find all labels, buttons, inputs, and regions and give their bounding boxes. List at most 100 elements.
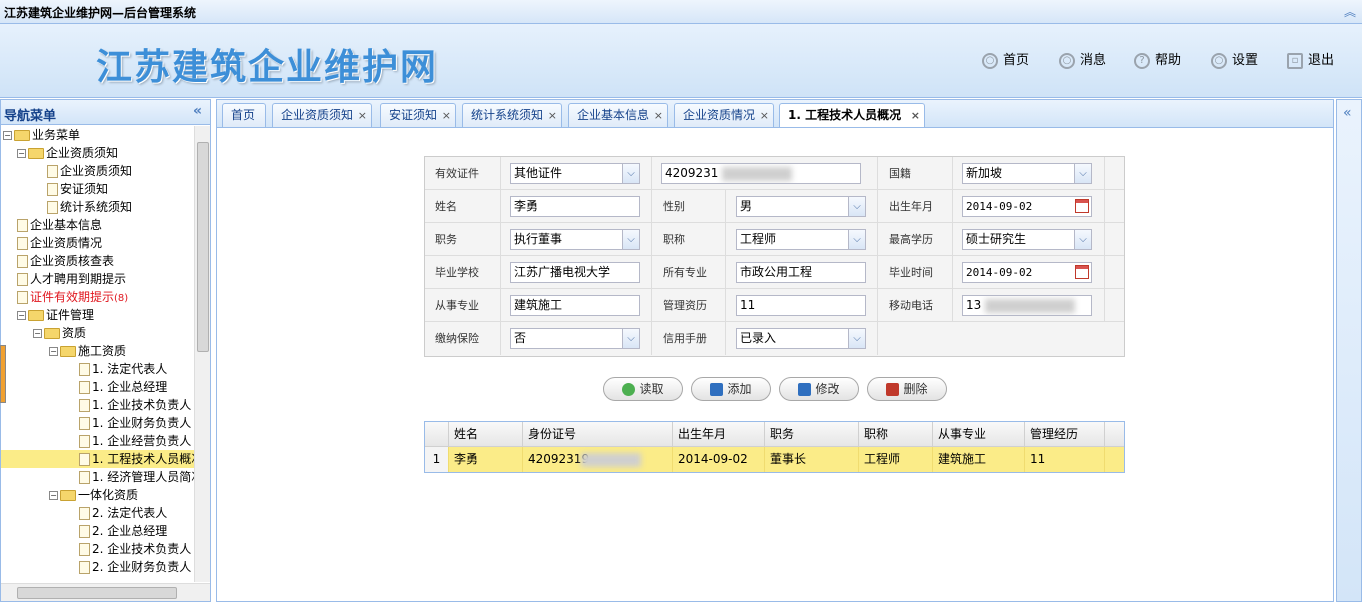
grid-header-cell[interactable]: 姓名 (449, 422, 523, 447)
tree-item[interactable]: 2. 企业财务负责人 (1, 558, 195, 576)
credit-select[interactable]: 已录入 ⌵ (736, 328, 866, 349)
collapse-toggle-icon[interactable]: − (17, 311, 26, 320)
right-collapsed-panel[interactable]: « (1336, 99, 1362, 602)
tree-item[interactable]: − 资质 (1, 324, 195, 342)
education-select[interactable]: 硕士研究生 ⌵ (962, 229, 1092, 250)
tab[interactable]: 1. 工程技术人员概况 × (779, 103, 925, 129)
grid-header-cell[interactable]: 出生年月 (673, 422, 765, 447)
delete-button[interactable]: 删除 (867, 377, 947, 401)
cell-title: 工程师 (859, 447, 933, 472)
tab[interactable]: 统计系统须知 × (462, 103, 562, 128)
major-input[interactable]: 市政公用工程 (736, 262, 866, 283)
add-button[interactable]: 添加 (691, 377, 771, 401)
tree-item[interactable]: 2. 企业技术负责人 (1, 540, 195, 558)
refresh-icon (622, 383, 636, 396)
profession-input[interactable]: 建筑施工 (510, 295, 640, 316)
tree-item[interactable]: 企业资质须知 (1, 162, 195, 180)
nav-home[interactable]: ○ 首页 (981, 52, 1029, 72)
insurance-label: 缴纳保险 (435, 332, 479, 345)
mobile-input[interactable]: 13 (962, 295, 1092, 316)
tree-item[interactable]: 统计系统须知 (1, 198, 195, 216)
collapse-toggle-icon[interactable]: − (49, 491, 58, 500)
cert-type-label: 有效证件 (435, 167, 479, 180)
expand-right-icon[interactable]: « (1343, 105, 1352, 121)
tree-item[interactable]: 2. 企业总经理 (1, 522, 195, 540)
tab[interactable]: 安证须知 × (380, 103, 456, 128)
nav-tree-vscrollbar[interactable] (194, 126, 210, 582)
grid-header-cell[interactable]: 职称 (859, 422, 933, 447)
tree-item[interactable]: − 施工资质 (1, 342, 195, 360)
read-button[interactable]: 读取 (603, 377, 683, 401)
collapse-toggle-icon[interactable]: − (33, 329, 42, 338)
id-number-field[interactable]: 4209231 (661, 163, 861, 184)
nav-message[interactable]: ○ 消息 (1058, 52, 1106, 72)
close-icon[interactable]: × (911, 104, 920, 127)
collapse-toggle-icon[interactable]: − (49, 347, 58, 356)
hscroll-thumb[interactable] (17, 587, 177, 599)
grid-header-cell[interactable]: 职务 (765, 422, 859, 447)
tab[interactable]: 企业基本信息 × (568, 103, 668, 128)
document-icon (79, 543, 90, 556)
grid-header-cell[interactable]: 从事专业 (933, 422, 1025, 447)
tree-item[interactable]: 安证须知 (1, 180, 195, 198)
calendar-icon[interactable] (1075, 199, 1089, 213)
nationality-select[interactable]: 新加坡 ⌵ (962, 163, 1092, 184)
collapse-toggle-icon[interactable]: − (17, 149, 26, 158)
nav-logout[interactable]: ▫ 退出 (1286, 52, 1334, 72)
tree-item[interactable]: 企业资质核查表 (1, 252, 195, 270)
tree-item[interactable]: 企业基本信息 (1, 216, 195, 234)
tree-item[interactable]: 1. 企业经营负责人 (1, 432, 195, 450)
school-input[interactable]: 江苏广播电视大学 (510, 262, 640, 283)
folder-icon (60, 346, 76, 357)
nav-tree-hscrollbar[interactable] (1, 583, 210, 601)
tree-item[interactable]: − 业务菜单 (1, 126, 195, 144)
collapse-toggle-icon[interactable]: − (3, 131, 12, 140)
mgmt-exp-input[interactable]: 11 (736, 295, 866, 316)
tree-item[interactable]: 证件有效期提示(8) (1, 288, 195, 306)
tree-item[interactable]: − 一体化资质 (1, 486, 195, 504)
tree-item[interactable]: − 企业资质须知 (1, 144, 195, 162)
table-row[interactable]: 1 李勇 42092319 2014-09-02 董事长 工程师 建筑施工 11 (425, 447, 1124, 472)
grid-header-cell[interactable]: 身份证号 (523, 422, 673, 447)
birth-date-input[interactable]: 2014-09-02 (962, 196, 1092, 217)
grid-header-cell[interactable]: 管理经历 (1025, 422, 1105, 447)
tree-item[interactable]: 2. 法定代表人 (1, 504, 195, 522)
graduation-date-input[interactable]: 2014-09-02 (962, 262, 1092, 283)
close-icon[interactable]: × (760, 104, 769, 127)
vscroll-thumb[interactable] (197, 142, 209, 352)
duty-select[interactable]: 执行董事 ⌵ (510, 229, 640, 250)
nav-help[interactable]: ? 帮助 (1133, 52, 1181, 72)
document-icon (17, 237, 28, 250)
tab[interactable]: 首页 (222, 103, 266, 128)
folder-icon (28, 148, 44, 159)
cert-type-select[interactable]: 其他证件 ⌵ (510, 163, 640, 184)
name-input[interactable]: 李勇 (510, 196, 640, 217)
tree-item[interactable]: 1. 企业总经理 (1, 378, 195, 396)
collapse-nav-icon[interactable]: « (193, 103, 202, 119)
birth-label: 出生年月 (889, 200, 933, 213)
insurance-select[interactable]: 否 ⌵ (510, 328, 640, 349)
tree-item[interactable]: 1. 工程技术人员概况 (1, 450, 195, 468)
folder-icon (14, 130, 30, 141)
side-handle[interactable] (0, 345, 6, 403)
calendar-icon[interactable] (1075, 265, 1089, 279)
tree-item[interactable]: 1. 企业财务负责人 (1, 414, 195, 432)
close-icon[interactable]: × (358, 104, 367, 127)
tree-item[interactable]: 人才聘用到期提示 (1, 270, 195, 288)
tree-item[interactable]: 企业资质情况 (1, 234, 195, 252)
tree-item[interactable]: − 证件管理 (1, 306, 195, 324)
tree-item[interactable]: 1. 经济管理人员简况 (1, 468, 195, 486)
title-select[interactable]: 工程师 ⌵ (736, 229, 866, 250)
tree-item[interactable]: 1. 企业技术负责人 (1, 396, 195, 414)
close-icon[interactable]: × (548, 104, 557, 127)
close-icon[interactable]: × (442, 104, 451, 127)
tab[interactable]: 企业资质须知 × (272, 103, 372, 128)
tree-item-label: 施工资质 (78, 344, 127, 358)
close-icon[interactable]: × (654, 104, 663, 127)
tree-item[interactable]: 1. 法定代表人 (1, 360, 195, 378)
nav-settings[interactable]: ○ 设置 (1210, 52, 1258, 72)
edit-button[interactable]: 修改 (779, 377, 859, 401)
gender-select[interactable]: 男 ⌵ (736, 196, 866, 217)
collapse-header-icon[interactable]: ︽ (1344, 3, 1356, 20)
tab[interactable]: 企业资质情况 × (674, 103, 774, 128)
